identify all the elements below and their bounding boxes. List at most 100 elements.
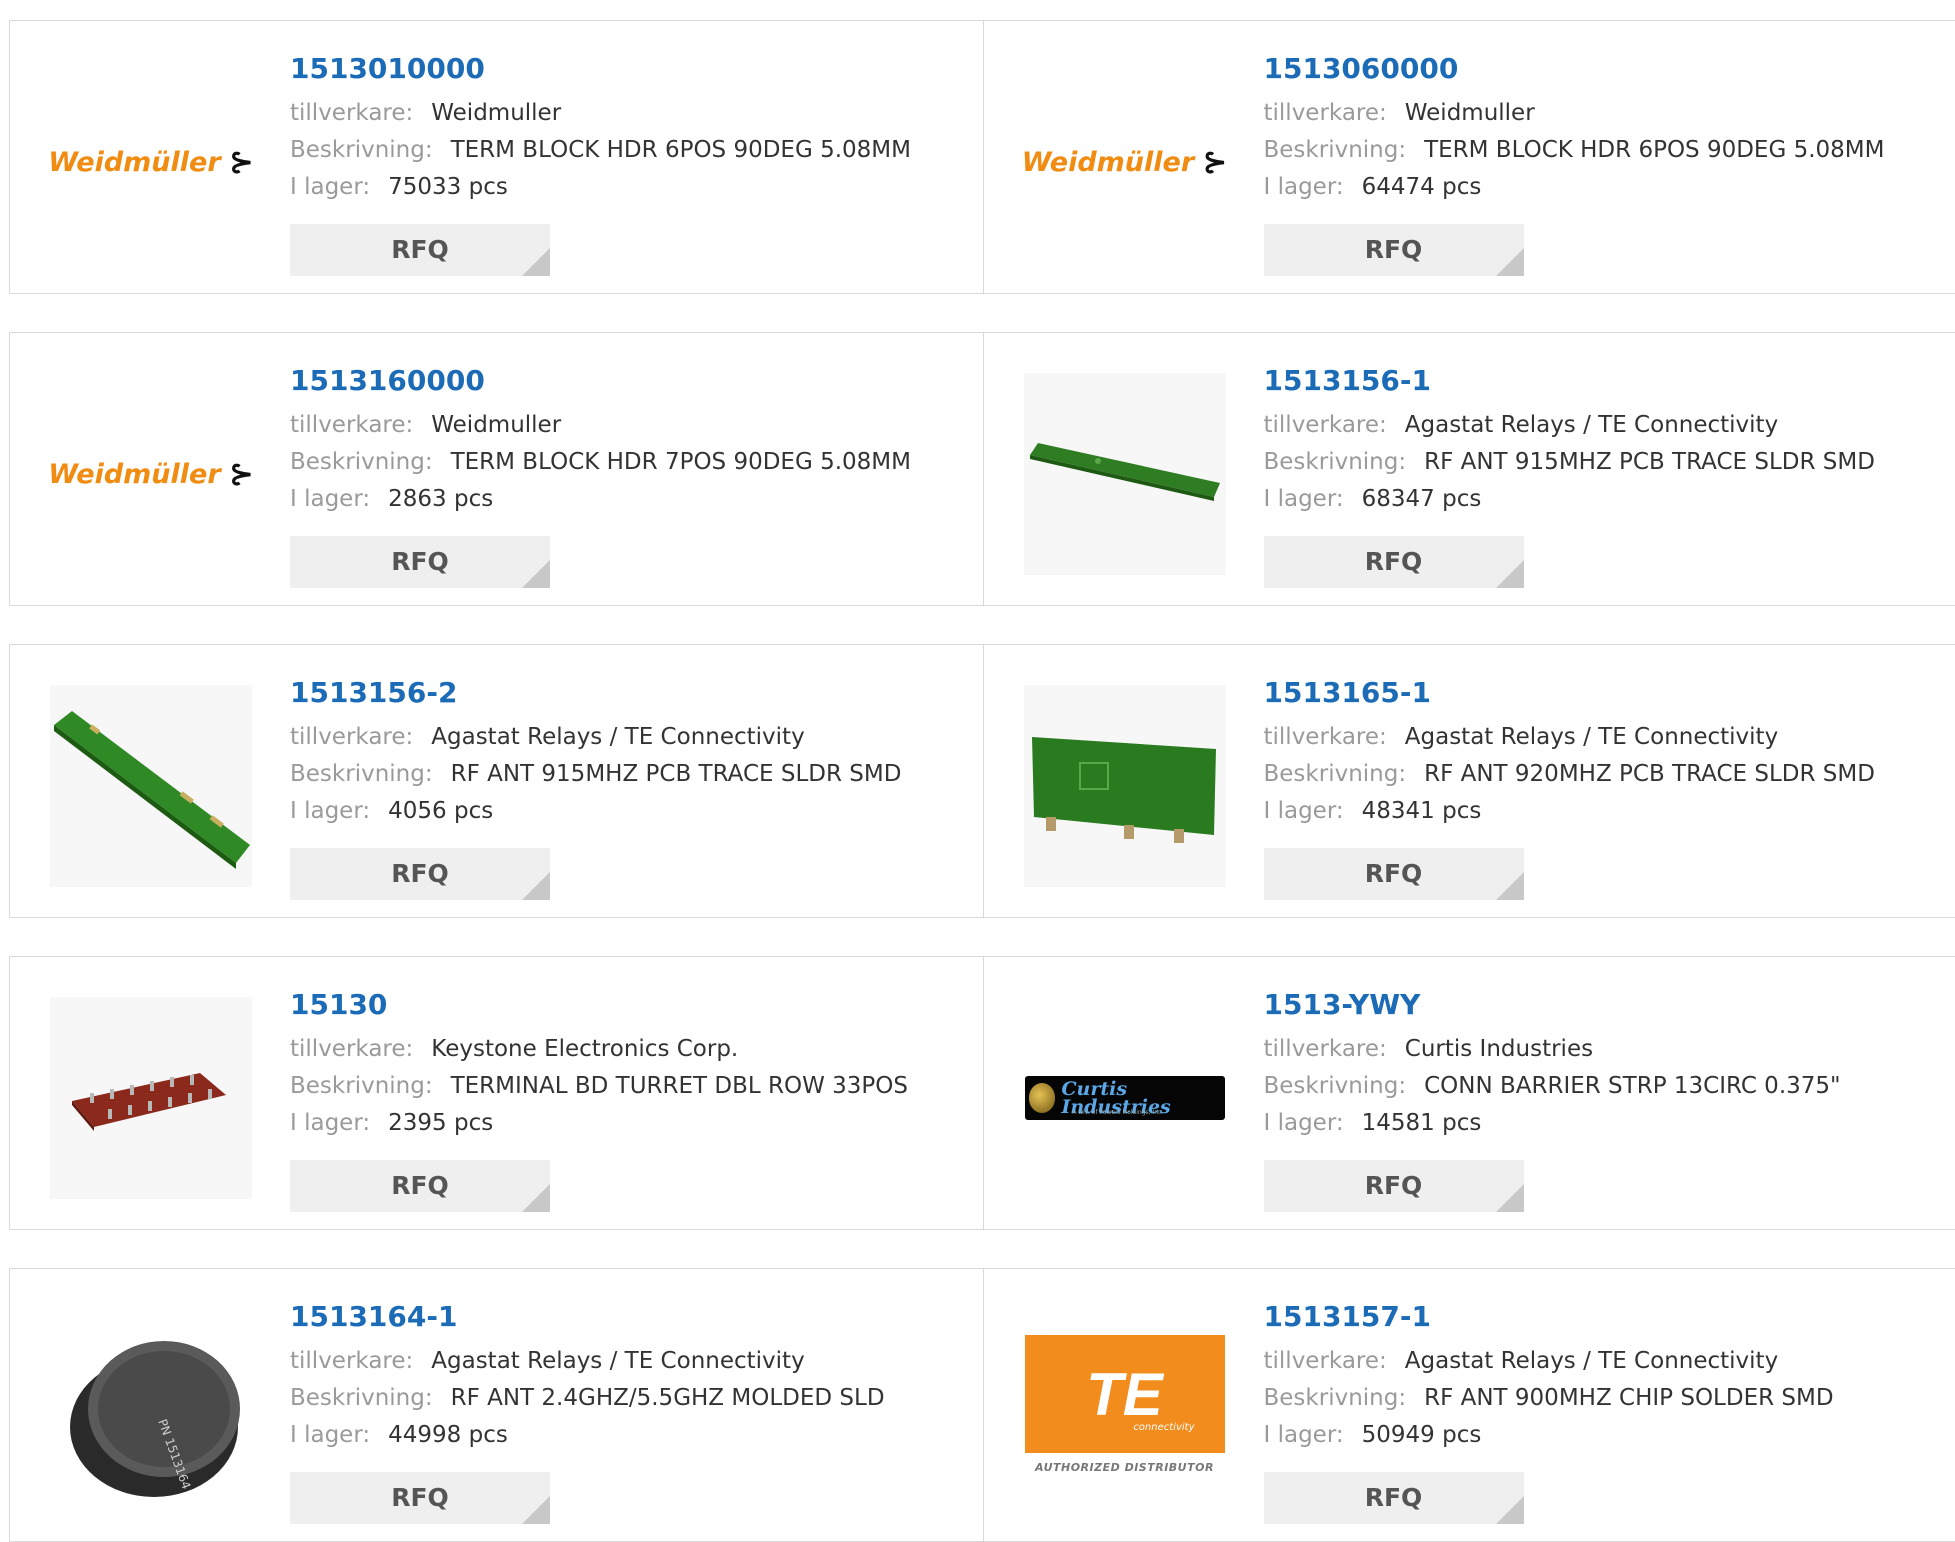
rfq-button[interactable]: RFQ (290, 1472, 550, 1524)
description-label: Beskrivning: (290, 137, 433, 163)
description-value: CONN BARRIER STRP 13CIRC 0.375" (1424, 1073, 1841, 1099)
stock-value: 68347 pcs (1362, 486, 1482, 512)
manufacturer-label: tillverkare: (1264, 100, 1387, 126)
stock-label: I lager: (290, 1422, 370, 1448)
product-image[interactable] (1024, 685, 1226, 887)
product-row: Weidmüller⊱ 1513010000 tillverkare:Weidm… (9, 20, 1955, 294)
rfq-button[interactable]: RFQ (1264, 848, 1524, 900)
stock-value: 2863 pcs (388, 486, 493, 512)
stock-label: I lager: (290, 486, 370, 512)
stock-value: 2395 pcs (388, 1110, 493, 1136)
product-row: PN 1513164 1513164-1 tillverkare: Agastat… (9, 1268, 1955, 1542)
description-value: RF ANT 920MHZ PCB TRACE SLDR SMD (1424, 761, 1875, 787)
description-label: Beskrivning: (290, 1385, 433, 1411)
description-value: TERM BLOCK HDR 7POS 90DEG 5.08MM (451, 449, 911, 475)
stock-label: I lager: (290, 798, 370, 824)
part-number-link[interactable]: 1513160000 (290, 361, 911, 401)
rfq-button[interactable]: RFQ (290, 1160, 550, 1212)
product-image[interactable]: TE connectivity AUTHORIZED DISTRIBUTOR (1024, 1309, 1226, 1511)
product-card: Weidmüller⊱ 1513060000 tillverkare: Weidm… (983, 21, 1955, 293)
stock-label: I lager: (290, 1110, 370, 1136)
stock-value: 64474 pcs (1362, 174, 1482, 200)
weidmuller-logo: Weidmüller⊱ (50, 457, 252, 492)
product-grid: Weidmüller⊱ 1513010000 tillverkare:Weidm… (9, 20, 1955, 1542)
rfq-button[interactable]: RFQ (290, 224, 550, 276)
product-card: TE connectivity AUTHORIZED DISTRIBUTOR 1… (983, 1269, 1955, 1541)
manufacturer-value: Weidmuller (431, 412, 561, 438)
pcb-antenna-photo (1024, 373, 1226, 575)
product-image[interactable]: Weidmüller⊱ (50, 373, 252, 575)
product-card: 1513156-2 tillverkare:Agastat Relays / T… (10, 645, 983, 917)
molded-antenna-photo: PN 1513164 (50, 1309, 252, 1511)
description-value: RF ANT 915MHZ PCB TRACE SLDR SMD (451, 761, 902, 787)
description-label: Beskrivning: (1264, 137, 1407, 163)
globe-icon (1029, 1083, 1056, 1113)
description-label: Beskrivning: (1264, 449, 1407, 475)
manufacturer-value: Keystone Electronics Corp. (431, 1036, 738, 1062)
part-number-link[interactable]: 15130 (290, 985, 908, 1025)
product-image[interactable]: Curtis Industries A Div. of Powers Holdi… (1024, 997, 1226, 1199)
description-value: RF ANT 915MHZ PCB TRACE SLDR SMD (1424, 449, 1875, 475)
manufacturer-label: tillverkare: (290, 1348, 413, 1374)
stock-label: I lager: (1264, 174, 1344, 200)
rfq-button[interactable]: RFQ (1264, 224, 1524, 276)
part-number-link[interactable]: 1513156-2 (290, 673, 901, 713)
curtis-logo: Curtis Industries A Div. of Powers Holdi… (1025, 1076, 1225, 1120)
rfq-button[interactable]: RFQ (1264, 1472, 1524, 1524)
product-row: Weidmüller⊱ 1513160000 tillverkare: Weidm… (9, 332, 1955, 606)
part-number-link[interactable]: 1513-YWY (1264, 985, 1841, 1025)
manufacturer-value: Curtis Industries (1405, 1036, 1593, 1062)
manufacturer-label: tillverkare: (1264, 1348, 1387, 1374)
manufacturer-label: tillverkare: (1264, 412, 1387, 438)
product-card: PN 1513164 1513164-1 tillverkare:Agastat… (10, 1269, 983, 1541)
part-number-link[interactable]: 1513060000 (1264, 49, 1885, 89)
authorized-distributor-badge: AUTHORIZED DISTRIBUTOR (1035, 1461, 1214, 1474)
description-label: Beskrivning: (290, 449, 433, 475)
description-label: Beskrivning: (290, 761, 433, 787)
manufacturer-value: Agastat Relays / TE Connectivity (1405, 1348, 1778, 1374)
product-row: 1513156-2 tillverkare:Agastat Relays / T… (9, 644, 1955, 918)
product-image[interactable] (50, 997, 252, 1199)
product-image[interactable]: Weidmüller⊱ (50, 61, 252, 263)
description-label: Beskrivning: (1264, 761, 1407, 787)
product-card: Weidmüller⊱ 1513160000 tillverkare:Weidm… (10, 333, 983, 605)
stock-label: I lager: (1264, 798, 1344, 824)
description-value: RF ANT 2.4GHZ/5.5GHZ MOLDED SLD (451, 1385, 885, 1411)
part-number-link[interactable]: 1513157-1 (1264, 1297, 1834, 1337)
description-label: Beskrivning: (1264, 1385, 1407, 1411)
part-number-link[interactable]: 1513156-1 (1264, 361, 1875, 401)
product-card: 1513165-1 tillverkare:Agastat Relays / T… (983, 645, 1955, 917)
product-card: Weidmüller⊱ 1513010000 tillverkare:Weidm… (10, 21, 983, 293)
pcb-antenna-photo (1024, 685, 1226, 887)
manufacturer-label: tillverkare: (1264, 1036, 1387, 1062)
part-number-link[interactable]: 1513165-1 (1264, 673, 1875, 713)
manufacturer-value: Weidmuller (431, 100, 561, 126)
stock-value: 14581 pcs (1362, 1110, 1482, 1136)
product-image[interactable] (1024, 373, 1226, 575)
stock-value: 75033 pcs (388, 174, 508, 200)
rfq-button[interactable]: RFQ (1264, 536, 1524, 588)
description-label: Beskrivning: (1264, 1073, 1407, 1099)
pcb-antenna-photo (50, 685, 252, 887)
product-image[interactable] (50, 685, 252, 887)
manufacturer-label: tillverkare: (290, 1036, 413, 1062)
stock-value: 50949 pcs (1362, 1422, 1482, 1448)
manufacturer-value: Weidmuller (1405, 100, 1535, 126)
manufacturer-value: Agastat Relays / TE Connectivity (1405, 724, 1778, 750)
manufacturer-value: Agastat Relays / TE Connectivity (431, 724, 804, 750)
description-label: Beskrivning: (290, 1073, 433, 1099)
product-image[interactable]: PN 1513164 (50, 1309, 252, 1511)
stock-value: 48341 pcs (1362, 798, 1482, 824)
terminal-board-photo (50, 997, 252, 1199)
description-value: TERMINAL BD TURRET DBL ROW 33POS (451, 1073, 908, 1099)
product-card: 15130 tillverkare: Keystone Electronics C… (10, 957, 983, 1229)
product-image[interactable]: Weidmüller⊱ (1024, 61, 1226, 263)
stock-label: I lager: (1264, 1422, 1344, 1448)
part-number-link[interactable]: 1513010000 (290, 49, 911, 89)
product-card: 1513156-1 tillverkare:Agastat Relays / T… (983, 333, 1955, 605)
rfq-button[interactable]: RFQ (1264, 1160, 1524, 1212)
rfq-button[interactable]: RFQ (290, 848, 550, 900)
rfq-button[interactable]: RFQ (290, 536, 550, 588)
weidmuller-logo: Weidmüller⊱ (50, 145, 252, 180)
part-number-link[interactable]: 1513164-1 (290, 1297, 885, 1337)
